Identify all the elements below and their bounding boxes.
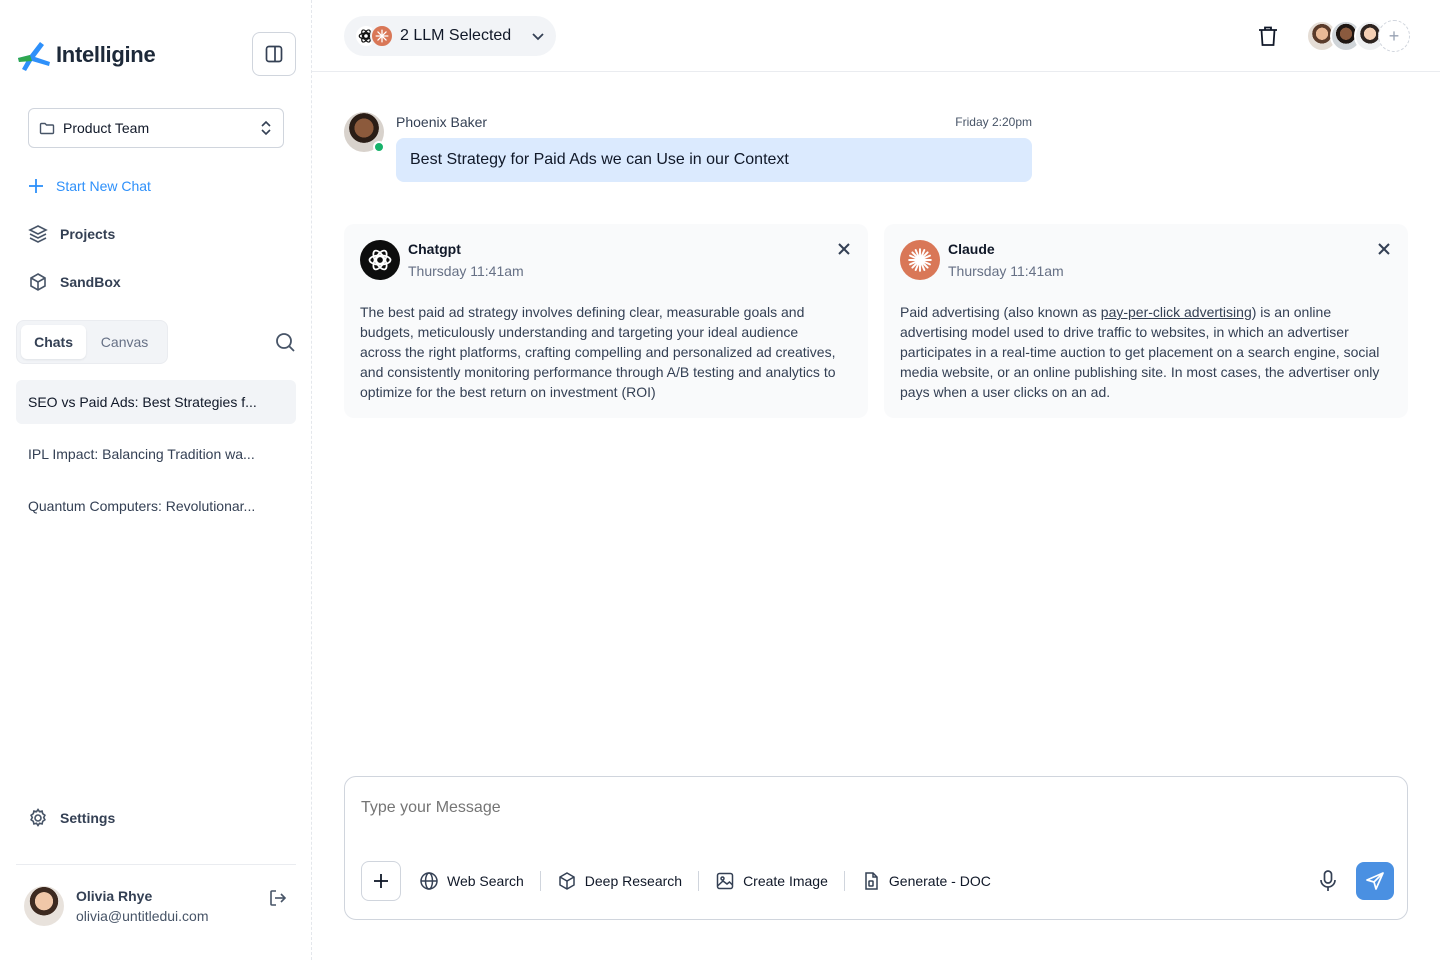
sidebar-panel-icon [265, 45, 283, 63]
response-link[interactable]: pay-per-click advertising [1101, 304, 1252, 320]
user-name: Olivia Rhye [76, 888, 153, 904]
add-collaborator-button[interactable]: + [1378, 20, 1410, 52]
trash-icon [1259, 26, 1277, 46]
llm-selected-label: 2 LLM Selected [400, 27, 512, 44]
user-email: olivia@untitledui.com [76, 908, 209, 924]
tool-divider [539, 871, 541, 891]
claude-icon [370, 24, 394, 48]
send-button[interactable] [1356, 862, 1394, 900]
chat-list-item[interactable]: IPL Impact: Balancing Tradition wa... [16, 432, 296, 476]
close-response-button[interactable] [1378, 242, 1390, 260]
team-select[interactable]: Product Team [28, 108, 284, 148]
nav-settings[interactable]: Settings [28, 806, 115, 830]
folder-icon [39, 122, 55, 135]
cube-icon [30, 273, 46, 291]
message-input[interactable] [361, 799, 1261, 817]
logo-mark-icon [18, 42, 50, 71]
start-new-chat-label: Start New Chat [56, 178, 151, 194]
layers-icon [28, 225, 48, 243]
create-image-button[interactable]: Create Image [715, 871, 828, 891]
chevron-up-down-icon [261, 120, 271, 136]
web-search-label: Web Search [447, 873, 524, 889]
start-new-chat-button[interactable]: Start New Chat [28, 174, 151, 198]
close-response-button[interactable] [838, 242, 850, 260]
nav-settings-label: Settings [60, 810, 116, 826]
cube-icon [559, 872, 575, 890]
response-text: Paid advertising (also known as pay-per-… [900, 302, 1380, 402]
response-card-claude: Claude Thursday 11:41am Paid advertising… [884, 224, 1408, 418]
response-time: Thursday 11:41am [408, 263, 524, 279]
deep-research-label: Deep Research [584, 873, 683, 889]
chat-list-item[interactable]: SEO vs Paid Ads: Best Strategies f... [16, 380, 296, 424]
response-text-start: Paid advertising (also known as [900, 304, 1101, 320]
avatar [24, 886, 64, 926]
nav-projects[interactable]: Projects [28, 222, 115, 246]
nav-sandbox[interactable]: SandBox [28, 270, 121, 294]
tab-canvas[interactable]: Canvas [86, 325, 163, 359]
llm-select-dropdown[interactable]: 2 LLM Selected [344, 16, 556, 56]
app-logo[interactable]: Intelligine [16, 38, 156, 72]
collapse-sidebar-button[interactable] [252, 32, 296, 76]
generate-doc-button[interactable]: Generate - DOC [861, 871, 991, 891]
create-image-label: Create Image [743, 873, 828, 889]
composer-tools: Web Search Deep Research Create Image Ge… [419, 869, 991, 893]
model-name: Chatgpt [408, 241, 461, 257]
topbar: 2 LLM Selected + [312, 0, 1440, 72]
send-icon [1366, 872, 1384, 890]
team-select-value: Product Team [63, 120, 150, 136]
close-icon [838, 243, 850, 255]
sidebar: Intelligine Product Team Start New Chat … [0, 0, 312, 960]
deep-research-button[interactable]: Deep Research [557, 871, 682, 891]
voice-input-button[interactable] [1317, 869, 1339, 898]
user-profile[interactable]: Olivia Rhye olivia@untitledui.com [24, 886, 209, 926]
search-chats-button[interactable] [274, 331, 296, 358]
document-icon [865, 872, 878, 890]
globe-icon [420, 872, 438, 890]
message-author: Phoenix Baker [396, 114, 488, 130]
close-icon [1378, 243, 1390, 255]
search-icon [276, 333, 295, 352]
chatgpt-icon [360, 240, 400, 280]
nav-sandbox-label: SandBox [60, 274, 121, 290]
gear-icon [30, 808, 46, 827]
claude-icon [900, 240, 940, 280]
chat-list-item[interactable]: Quantum Computers: Revolutionar... [16, 484, 296, 528]
model-name: Claude [948, 241, 995, 257]
plus-icon [374, 874, 388, 888]
collaborators: + [1306, 20, 1410, 52]
tool-divider [698, 871, 700, 891]
message-composer: Web Search Deep Research Create Image Ge… [344, 776, 1408, 920]
plus-icon [29, 179, 43, 193]
generate-doc-label: Generate - DOC [888, 873, 991, 889]
microphone-icon [1320, 870, 1336, 891]
image-icon [716, 872, 734, 890]
plus-icon: + [1388, 25, 1400, 46]
tab-chats[interactable]: Chats [21, 325, 87, 359]
response-text: The best paid ad strategy involves defin… [360, 304, 836, 400]
response-time: Thursday 11:41am [948, 263, 1064, 279]
online-status-dot [373, 141, 385, 153]
sidebar-divider [16, 864, 296, 865]
nav-projects-label: Projects [60, 226, 116, 242]
delete-chat-button[interactable] [1256, 24, 1280, 53]
logout-icon [270, 890, 287, 906]
message-time: Friday 2:20pm [955, 115, 1032, 129]
chat-canvas-tabs: Chats Canvas [16, 320, 168, 364]
chevron-down-icon [532, 33, 544, 41]
attach-button[interactable] [361, 861, 401, 901]
message-bubble: Best Strategy for Paid Ads we can Use in… [396, 138, 1032, 182]
response-card-chatgpt: Chatgpt Thursday 11:41am The best paid a… [344, 224, 868, 418]
web-search-button[interactable]: Web Search [419, 871, 524, 891]
app-name: Intelligine [56, 42, 156, 67]
logout-button[interactable] [268, 888, 288, 913]
tool-divider [843, 871, 845, 891]
